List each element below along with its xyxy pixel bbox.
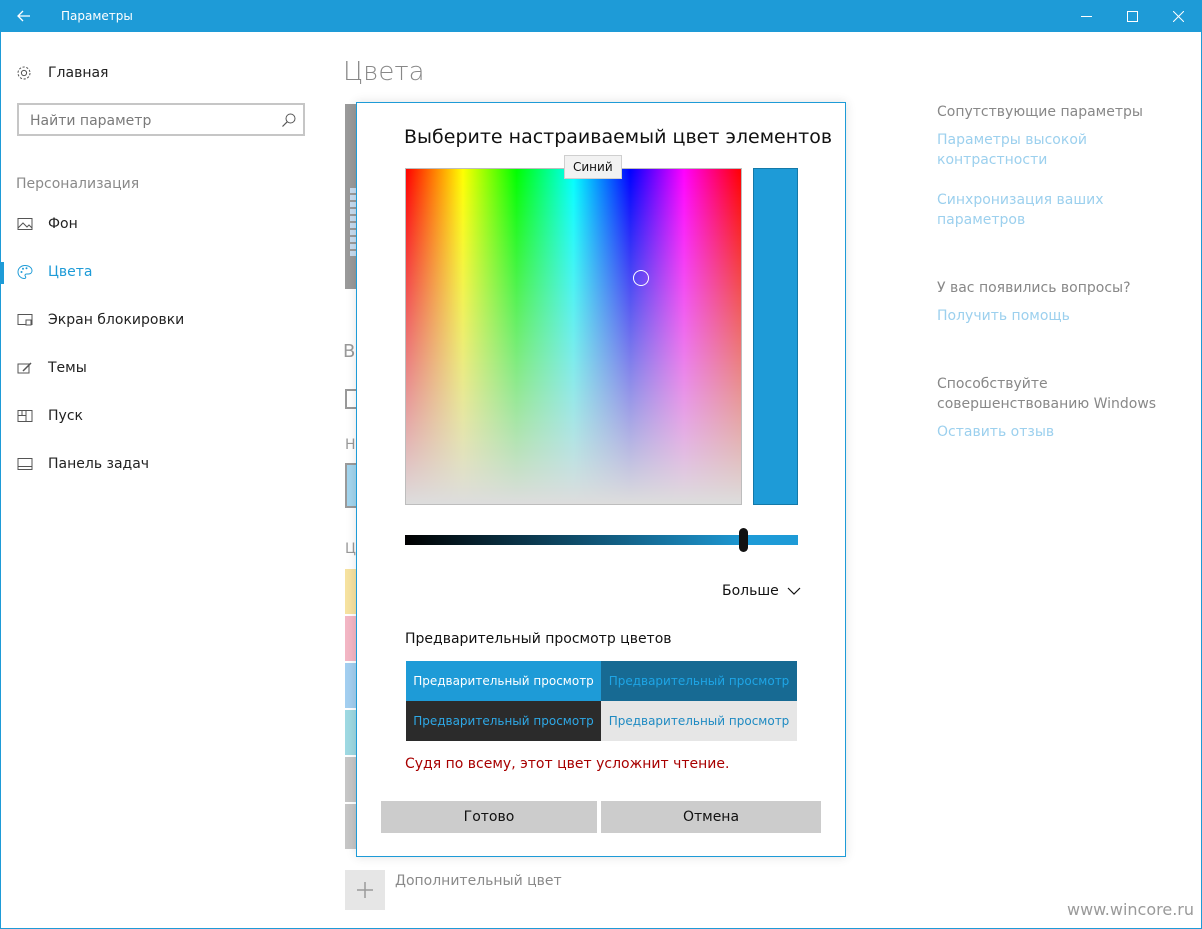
label-fragment: Ц	[345, 541, 356, 557]
plus-icon	[357, 882, 373, 898]
preview-cell: Предварительный просмотр	[601, 661, 797, 701]
add-custom-color-label: Дополнительный цвет	[395, 873, 562, 889]
back-button[interactable]	[0, 0, 48, 32]
minimize-button[interactable]	[1063, 0, 1109, 32]
color-preview-grid: Предварительный просмотр Предварительный…	[406, 661, 797, 741]
themes-icon	[17, 362, 32, 374]
search-icon[interactable]	[281, 112, 297, 128]
label-fragment: Н	[345, 437, 356, 453]
close-button[interactable]	[1155, 0, 1201, 32]
nav-home[interactable]: Главная	[16, 62, 108, 84]
minimize-icon	[1080, 15, 1092, 17]
color-spectrum[interactable]	[405, 168, 742, 505]
window-title: Параметры	[61, 9, 133, 23]
color-name-tooltip: Синий	[564, 155, 622, 179]
watermark: www.wincore.ru	[1067, 900, 1195, 919]
feedback-link[interactable]: Оставить отзыв	[937, 422, 1054, 442]
dialog-title: Выберите настраиваемый цвет элементов	[404, 126, 833, 148]
add-custom-color-button[interactable]	[345, 870, 385, 910]
sidebar-item-themes[interactable]: Темы	[0, 356, 87, 380]
page-title: Цвета	[343, 57, 425, 87]
sidebar-item-label: Панель задач	[48, 456, 150, 472]
lock-screen-icon	[17, 314, 33, 326]
cancel-button[interactable]: Отмена	[601, 801, 821, 833]
taskbar-icon	[17, 458, 33, 470]
nav-section-personalization: Персонализация	[16, 176, 140, 192]
title-bar: Параметры	[0, 0, 1202, 32]
custom-color-dialog: Выберите настраиваемый цвет элементов Си…	[356, 102, 846, 857]
done-button[interactable]: Готово	[381, 801, 597, 833]
preview-heading: Предварительный просмотр цветов	[405, 631, 672, 647]
high-contrast-link[interactable]: Параметры высокой контрастности	[937, 130, 1117, 170]
gear-icon	[17, 66, 31, 80]
sidebar-item-start[interactable]: Пуск	[0, 404, 83, 428]
brightness-slider-thumb[interactable]	[739, 528, 748, 552]
sidebar-item-label: Экран блокировки	[48, 312, 185, 328]
sidebar-item-lock-screen[interactable]: Экран блокировки	[0, 308, 184, 332]
nav-home-label: Главная	[48, 65, 109, 81]
improve-windows-heading: Способствуйте совершенствованию Windows	[937, 376, 1157, 412]
sidebar-item-label: Фон	[48, 216, 78, 232]
sidebar-item-colors[interactable]: Цвета	[0, 260, 92, 284]
sidebar-item-background[interactable]: Фон	[0, 212, 78, 236]
close-icon	[1172, 10, 1184, 22]
more-label: Больше	[722, 583, 779, 599]
questions-heading: У вас появились вопросы?	[937, 280, 1131, 296]
chevron-down-icon	[787, 587, 801, 595]
palette-icon	[17, 264, 33, 280]
image-icon	[17, 218, 33, 230]
start-icon	[17, 410, 33, 422]
get-help-link[interactable]: Получить помощь	[937, 306, 1070, 326]
related-settings-heading: Сопутствующие параметры	[937, 104, 1143, 120]
sidebar-item-label: Цвета	[48, 264, 93, 280]
sync-settings-link[interactable]: Синхронизация ваших параметров	[937, 190, 1117, 230]
readability-warning: Судя по всему, этот цвет усложнит чтение…	[405, 756, 730, 772]
color-picker-handle[interactable]	[633, 270, 649, 286]
preview-cell: Предварительный просмотр	[601, 701, 797, 741]
maximize-button[interactable]	[1109, 0, 1155, 32]
search-box[interactable]: Найти параметр	[17, 103, 305, 136]
section-heading-fragment: В	[343, 341, 356, 362]
sidebar-item-taskbar[interactable]: Панель задач	[0, 452, 149, 476]
back-arrow-icon	[17, 10, 30, 22]
spectrum-saturation-layer	[406, 169, 741, 504]
sidebar-item-label: Пуск	[48, 408, 83, 424]
preview-cell: Предварительный просмотр	[406, 701, 601, 741]
preview-cell: Предварительный просмотр	[406, 661, 601, 701]
sidebar-item-label: Темы	[48, 360, 87, 376]
maximize-icon	[1126, 10, 1138, 22]
selected-color-preview	[753, 168, 798, 505]
search-input[interactable]: Найти параметр	[30, 113, 151, 129]
more-toggle[interactable]: Больше	[722, 583, 801, 599]
